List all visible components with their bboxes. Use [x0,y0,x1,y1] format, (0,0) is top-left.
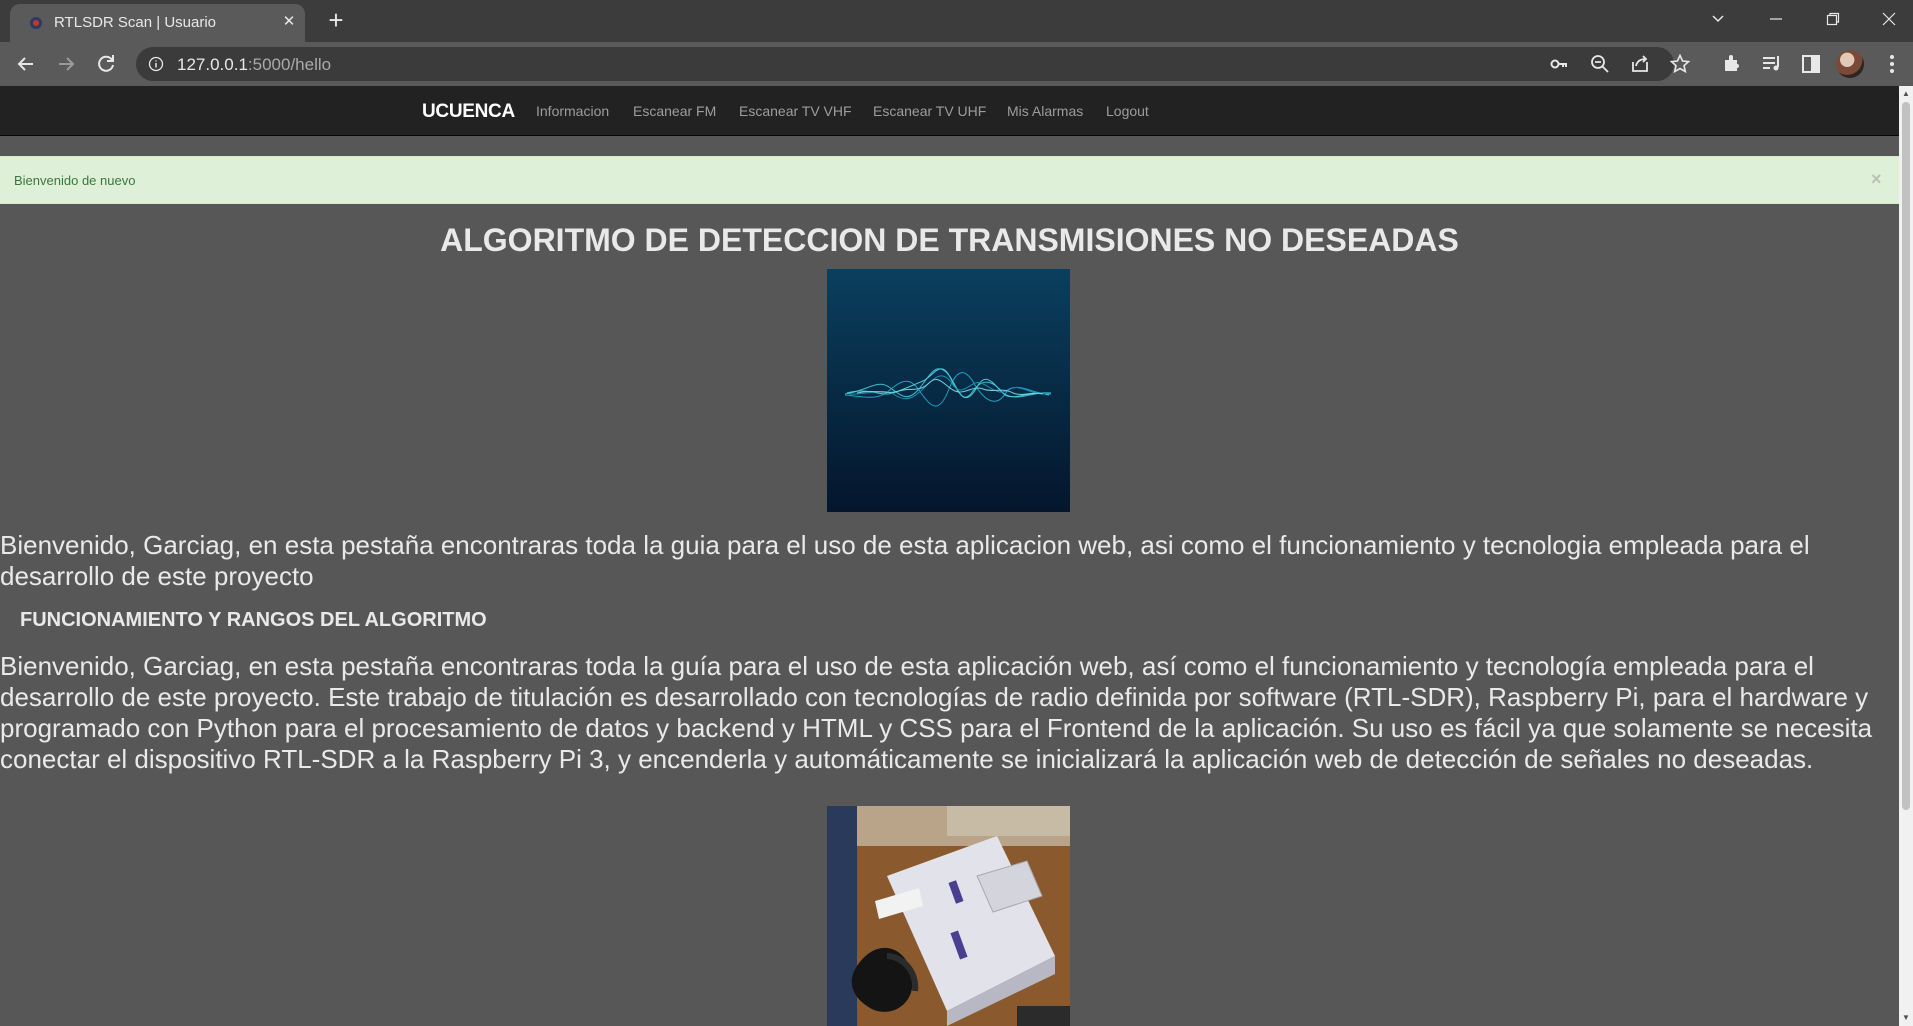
new-tab-button[interactable]: + [323,7,349,34]
forward-button[interactable] [54,52,78,76]
tab-search-button[interactable] [1690,0,1746,38]
menu-kebab-icon[interactable] [1880,52,1904,76]
site-navbar: UCUENCA Informacion Escanear FM Escanear… [0,86,1899,136]
browser-toolbar: 127.0.0.1:5000/hello [0,42,1913,86]
url-path: :5000/hello [247,55,332,74]
nav-link-escanear-fm[interactable]: Escanear FM [633,103,716,119]
reload-button[interactable] [94,52,118,76]
tab-title: RTLSDR Scan | Usuario [54,14,217,31]
arrow-left-icon [17,57,33,71]
restore-icon [1826,12,1840,26]
url-host: 127.0.0.1 [177,55,248,74]
section-heading: FUNCIONAMIENTO Y RANGOS DEL ALGORITMO [20,609,487,631]
arrow-right-icon [59,57,75,71]
nav-link-escanear-tv-vhf[interactable]: Escanear TV VHF [739,103,852,119]
close-window-button[interactable] [1861,0,1913,38]
description-paragraph: Bienvenido, Garciag, en esta pestaña enc… [0,651,1873,774]
profile-avatar[interactable] [1836,50,1864,78]
sound-wave-image [827,269,1070,512]
site-info-icon[interactable] [148,56,164,72]
restore-button[interactable] [1805,0,1861,38]
extensions-icon[interactable] [1720,52,1744,76]
raspberry-pi-device-image [827,806,1070,1026]
side-panel-icon[interactable] [1799,52,1823,76]
minimize-button[interactable] [1748,0,1804,38]
flash-alert: Bienvenido de nuevo × [0,156,1899,204]
close-icon [1882,12,1896,26]
browser-tab[interactable]: RTLSDR Scan | Usuario ✕ [10,4,305,42]
page-scrollbar[interactable]: ▲ ▼ [1899,86,1913,1026]
reload-icon [98,55,114,72]
key-icon[interactable] [1548,53,1570,75]
scroll-thumb[interactable] [1902,102,1910,810]
address-bar[interactable]: 127.0.0.1:5000/hello [136,47,1691,81]
scroll-up-icon[interactable]: ▲ [1902,90,1910,98]
nav-link-escanear-tv-uhf[interactable]: Escanear TV UHF [873,103,986,119]
page-title: ALGORITMO DE DETECCION DE TRANSMISIONES … [440,222,1459,258]
zoom-out-icon[interactable] [1589,53,1611,75]
favicon-icon [28,15,44,31]
nav-link-logout[interactable]: Logout [1106,103,1149,119]
back-button[interactable] [14,52,38,76]
browser-tabstrip: RTLSDR Scan | Usuario ✕ + [0,0,1913,42]
minimize-icon [1770,18,1782,20]
share-icon[interactable] [1629,53,1651,75]
brand-logo[interactable]: UCUENCA [422,101,515,123]
nav-link-mis-alarmas[interactable]: Mis Alarmas [1007,103,1083,119]
alert-message: Bienvenido de nuevo [14,173,136,188]
media-controls-icon[interactable] [1760,52,1784,76]
bookmark-star-icon[interactable] [1669,53,1691,75]
intro-paragraph: Bienvenido, Garciag, en esta pestaña enc… [0,530,1810,591]
scroll-down-icon[interactable]: ▼ [1902,1014,1910,1022]
tab-close-icon[interactable]: ✕ [280,13,298,31]
chevron-down-icon [1712,15,1724,23]
url-text: 127.0.0.1:5000/hello [177,55,331,75]
alert-close-icon[interactable]: × [1871,169,1882,190]
nav-link-informacion[interactable]: Informacion [536,103,609,119]
page-viewport: UCUENCA Informacion Escanear FM Escanear… [0,86,1899,1026]
